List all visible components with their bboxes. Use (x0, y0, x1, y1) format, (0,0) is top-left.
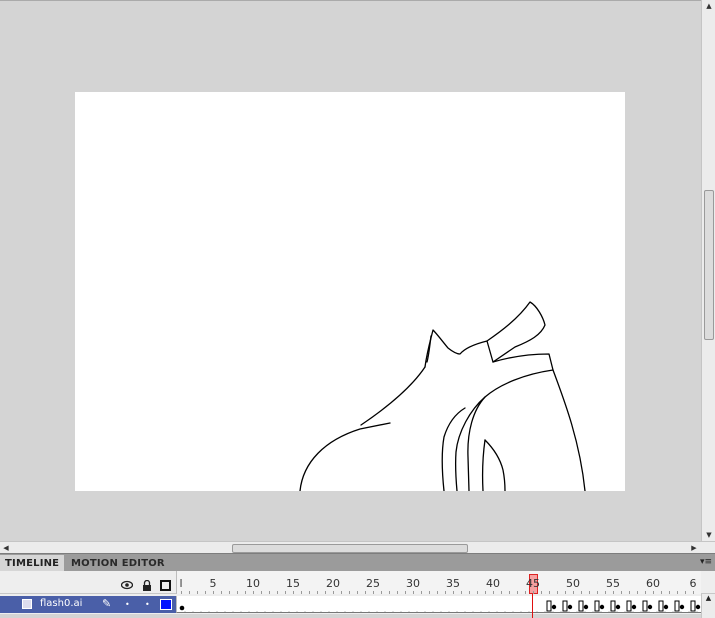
frame-span[interactable] (562, 600, 568, 612)
stage-canvas[interactable] (75, 92, 625, 491)
playhead-line (532, 594, 533, 618)
frame-span[interactable] (642, 600, 648, 612)
artwork-strap (441, 407, 466, 491)
pencil-icon: ✎ (102, 597, 112, 610)
keyframe[interactable] (679, 604, 685, 610)
keyframe[interactable] (567, 604, 573, 610)
ruler-label-5: 5 (209, 577, 217, 590)
frame-span[interactable] (626, 600, 632, 612)
layer-row[interactable]: flash0.ai ✎ • • (0, 594, 715, 614)
ruler-label-20: 20 (326, 577, 340, 590)
keyframe[interactable] (663, 604, 669, 610)
vector-artwork[interactable] (75, 92, 625, 491)
keyframe[interactable] (631, 604, 637, 610)
tab-timeline[interactable]: TIMELINE (0, 555, 65, 572)
outline-icon[interactable] (160, 580, 171, 591)
pasteboard (0, 0, 701, 541)
artwork-right-side (552, 369, 586, 491)
ruler-label-10: 10 (246, 577, 260, 590)
timeline-vertical-scrollbar[interactable]: ▲ (701, 594, 715, 618)
frame-span[interactable] (690, 600, 696, 612)
layer-outline-color-swatch[interactable] (160, 599, 172, 610)
frame-span[interactable] (578, 600, 584, 612)
artwork-left-body (299, 422, 391, 491)
ruler-label-65: 6 (689, 577, 697, 590)
frame-span[interactable] (610, 600, 616, 612)
frame-span[interactable] (546, 600, 552, 612)
ruler-label-30: 30 (406, 577, 420, 590)
ruler-label-35: 35 (446, 577, 460, 590)
lock-icon[interactable] (141, 579, 153, 591)
eye-icon[interactable] (121, 579, 133, 591)
ruler-label-50: 50 (566, 577, 580, 590)
ruler-label-1: l (179, 577, 183, 590)
artwork-collar (467, 353, 554, 491)
layer-name[interactable]: flash0.ai (40, 598, 82, 609)
ruler-label-25: 25 (366, 577, 380, 590)
keyframe[interactable] (551, 604, 557, 610)
artwork-left-ridge (360, 366, 426, 426)
vertical-scroll-thumb[interactable] (704, 190, 714, 340)
artwork-neck (424, 329, 494, 368)
layer-icon (22, 599, 32, 609)
frame-span[interactable] (658, 600, 664, 612)
keyframe-1[interactable] (179, 605, 185, 611)
frame-span[interactable] (594, 600, 600, 612)
frame-span[interactable] (674, 600, 680, 612)
ruler-label-45: 45 (526, 577, 540, 590)
panel-tab-bar: TIMELINE MOTION EDITOR ▾≡ (0, 553, 715, 572)
layer-cell-selected[interactable]: flash0.ai ✎ • • (0, 596, 176, 613)
artwork-inner-fold (484, 439, 506, 491)
keyframe[interactable] (615, 604, 621, 610)
keyframe[interactable] (599, 604, 605, 610)
stage-vertical-scrollbar[interactable]: ▲ ▼ (701, 0, 715, 541)
frames-svg (179, 600, 701, 612)
ruler-label-15: 15 (286, 577, 300, 590)
timeline-header: l 5 10 15 20 25 30 35 40 45 50 55 60 6 (0, 571, 715, 594)
keyframe[interactable] (695, 604, 701, 610)
tab-motion-editor[interactable]: MOTION EDITOR (66, 555, 170, 572)
artwork-cap (486, 301, 546, 363)
stage-horizontal-scrollbar[interactable]: ◀ ▶ (0, 541, 715, 553)
keyframe[interactable] (647, 604, 653, 610)
artwork-inner-fold-2 (481, 439, 486, 491)
horizontal-scroll-thumb[interactable] (232, 544, 468, 553)
ruler-label-55: 55 (606, 577, 620, 590)
layer-visibility-dot[interactable]: • (125, 600, 130, 609)
scroll-down-arrow-icon[interactable]: ▼ (702, 529, 715, 541)
artwork-ear (426, 335, 432, 363)
ruler-label-40: 40 (486, 577, 500, 590)
ruler-label-60: 60 (646, 577, 660, 590)
flash-authoring-window: ▲ ▼ ◀ ▶ TIMELINE MOTION EDITOR ▾≡ l 5 10 15… (0, 0, 715, 618)
scroll-up-arrow-icon[interactable]: ▲ (702, 0, 715, 12)
frame-ruler[interactable]: l 5 10 15 20 25 30 35 40 45 50 55 60 6 (176, 571, 701, 594)
layer-lock-dot[interactable]: • (145, 600, 150, 609)
panel-menu-icon[interactable]: ▾≡ (700, 557, 712, 567)
keyframe[interactable] (583, 604, 589, 610)
layer-frames-track[interactable] (176, 596, 701, 613)
